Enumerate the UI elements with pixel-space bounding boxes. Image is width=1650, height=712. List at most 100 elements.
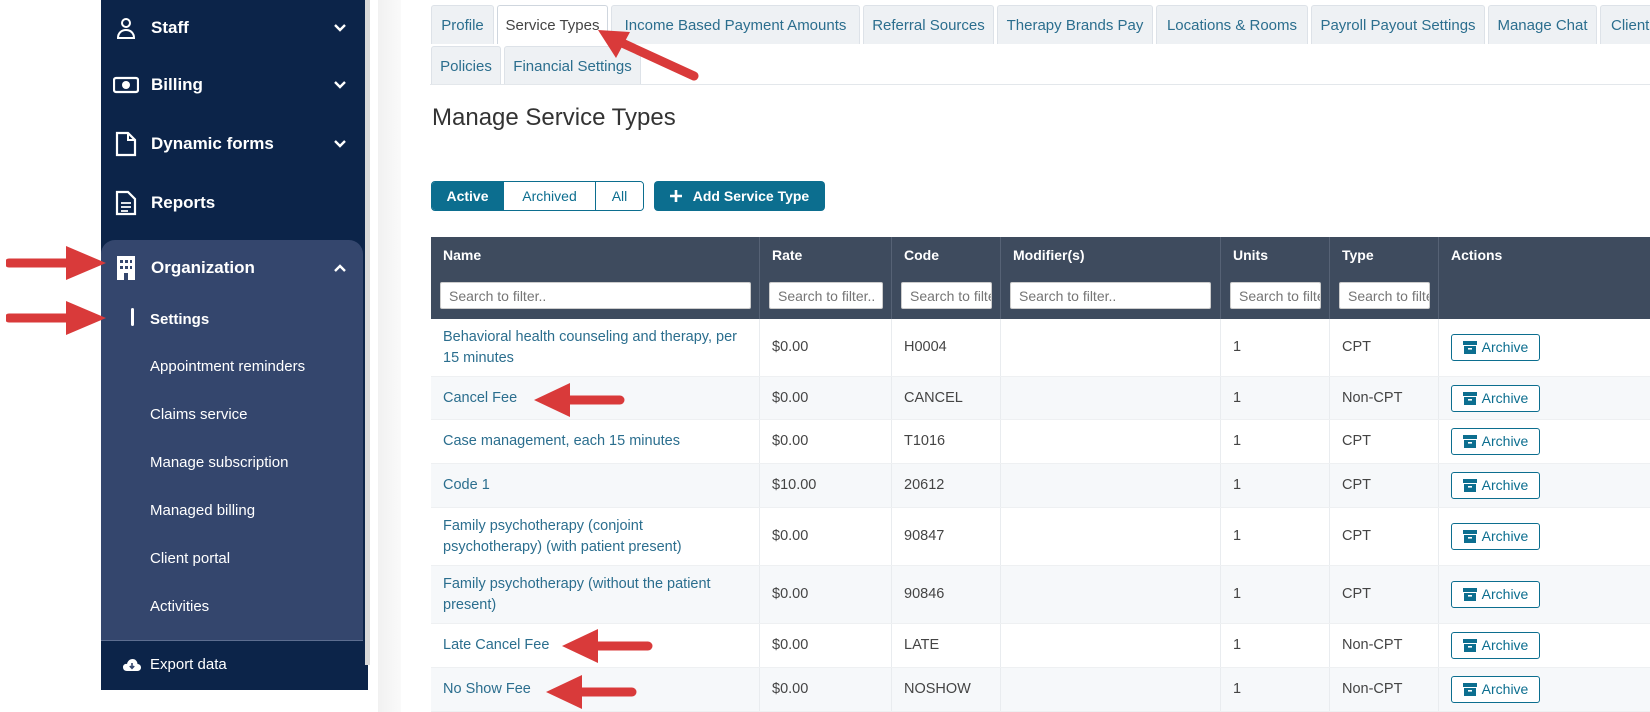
tab-manage-chat[interactable]: Manage Chat: [1488, 5, 1597, 44]
sidebar-subitem-settings[interactable]: Settings: [150, 311, 209, 328]
column-header: Modifier(s): [1013, 247, 1085, 263]
sidebar-subitem-managed-billing[interactable]: Managed billing: [150, 502, 255, 519]
cell-type: CPT: [1330, 464, 1439, 507]
add-service-type-label: Add Service Type: [692, 188, 810, 204]
staff-icon: [113, 15, 139, 41]
cell-actions: Archive: [1439, 464, 1650, 507]
cell-units: 1: [1221, 377, 1330, 419]
cell-units: 1: [1221, 668, 1330, 711]
tab-client[interactable]: Client: [1600, 5, 1650, 44]
tab-profile[interactable]: Profile: [431, 5, 494, 44]
archive-box-icon: [1462, 588, 1477, 601]
document-icon: [113, 131, 139, 157]
type-filter-input[interactable]: [1339, 282, 1430, 309]
archive-button[interactable]: Archive: [1451, 523, 1540, 550]
sidebar-item-staff[interactable]: Staff: [101, 0, 368, 56]
cell-modifiers: [1001, 624, 1221, 667]
cell-units: 1: [1221, 464, 1330, 507]
table-row: Behavioral health counseling and therapy…: [431, 319, 1650, 377]
filter-all-button[interactable]: All: [596, 182, 643, 210]
tab-locations-rooms[interactable]: Locations & Rooms: [1156, 5, 1308, 44]
sidebar-item-label: Dynamic forms: [151, 134, 274, 153]
cell-rate: $0.00: [760, 508, 892, 565]
cell-type: CPT: [1330, 319, 1439, 376]
cell-units: 1: [1221, 319, 1330, 376]
sidebar-scrollbar[interactable]: [365, 0, 370, 665]
archive-button[interactable]: Archive: [1451, 428, 1540, 455]
add-service-type-button[interactable]: Add Service Type: [654, 181, 825, 211]
filter-active-button[interactable]: Active: [432, 182, 504, 210]
cell-actions: Archive: [1439, 668, 1650, 711]
tab-therapy-brands-pay[interactable]: Therapy Brands Pay: [997, 5, 1153, 44]
column-header: Actions: [1451, 247, 1503, 263]
tab-referral-sources[interactable]: Referral Sources: [863, 5, 994, 44]
content-edge: [378, 0, 401, 712]
plus-icon: [669, 190, 682, 202]
sidebar-item-dynamic-forms[interactable]: Dynamic forms: [101, 116, 368, 172]
cell-rate: $0.00: [760, 668, 892, 711]
modifiers-filter-input[interactable]: [1010, 282, 1211, 309]
cell-rate: $0.00: [760, 420, 892, 463]
table-row: Family psychotherapy (conjoint psychothe…: [431, 508, 1650, 566]
cell-type: Non-CPT: [1330, 624, 1439, 667]
archive-button[interactable]: Archive: [1451, 472, 1540, 499]
cell-name[interactable]: Case management, each 15 minutes: [431, 420, 760, 463]
table-header: Name Rate Code Modifier(s) Units Type Ac…: [431, 237, 1650, 319]
archive-label: Archive: [1481, 681, 1529, 697]
cell-code: CANCEL: [892, 377, 1001, 419]
rate-filter-input[interactable]: [769, 282, 883, 309]
cell-actions: Archive: [1439, 624, 1650, 667]
archive-label: Archive: [1481, 339, 1529, 355]
archive-button[interactable]: Archive: [1451, 581, 1540, 608]
sidebar: Staff Billing Dynamic forms Reports Orga…: [101, 0, 368, 690]
cell-code: 20612: [892, 464, 1001, 507]
cell-name[interactable]: Family psychotherapy (conjoint psychothe…: [431, 508, 760, 565]
column-actions: Actions: [1439, 237, 1650, 319]
code-filter-input[interactable]: [901, 282, 992, 309]
status-filter-group: Active Archived All: [431, 181, 644, 211]
sidebar-item-organization[interactable]: Organization: [101, 240, 368, 296]
archive-label: Archive: [1481, 477, 1529, 493]
archive-box-icon: [1462, 435, 1477, 448]
cell-name[interactable]: Code 1: [431, 464, 760, 507]
sidebar-subitem-manage-subscription[interactable]: Manage subscription: [150, 454, 288, 471]
archive-button[interactable]: Archive: [1451, 334, 1540, 361]
cell-name[interactable]: Family psychotherapy (without the patien…: [431, 566, 760, 623]
column-header: Rate: [772, 247, 803, 263]
organization-panel: Organization: [101, 240, 363, 640]
cell-actions: Archive: [1439, 420, 1650, 463]
cell-name[interactable]: Behavioral health counseling and therapy…: [431, 319, 760, 376]
column-type: Type: [1330, 237, 1439, 319]
column-header: Code: [904, 247, 939, 263]
archive-label: Archive: [1481, 528, 1529, 544]
archive-button[interactable]: Archive: [1451, 632, 1540, 659]
cell-actions: Archive: [1439, 566, 1650, 623]
cell-units: 1: [1221, 420, 1330, 463]
sidebar-subitem-claims-service[interactable]: Claims service: [150, 406, 248, 423]
sidebar-subitem-client-portal[interactable]: Client portal: [150, 550, 230, 567]
column-header: Name: [443, 247, 482, 263]
sidebar-item-reports[interactable]: Reports: [101, 175, 368, 231]
filter-archived-button[interactable]: Archived: [504, 182, 596, 210]
name-filter-input[interactable]: [440, 282, 751, 309]
cell-code: 90847: [892, 508, 1001, 565]
tab-payroll-payout-settings[interactable]: Payroll Payout Settings: [1311, 5, 1485, 44]
sidebar-item-billing[interactable]: Billing: [101, 57, 368, 113]
sidebar-subitem-activities[interactable]: Activities: [150, 598, 209, 615]
archive-button[interactable]: Archive: [1451, 384, 1540, 412]
units-filter-input[interactable]: [1230, 282, 1321, 309]
annotation-arrow: [6, 246, 106, 280]
table-row: Family psychotherapy (without the patien…: [431, 566, 1650, 624]
cell-type: CPT: [1330, 566, 1439, 623]
archive-button[interactable]: Archive: [1451, 676, 1540, 703]
cell-type: CPT: [1330, 420, 1439, 463]
archive-box-icon: [1462, 683, 1477, 696]
annotation-arrow: [546, 675, 637, 709]
cell-code: T1016: [892, 420, 1001, 463]
export-data-label: Export data: [150, 656, 227, 673]
archive-box-icon: [1462, 391, 1477, 405]
export-data-button[interactable]: Export data: [101, 640, 363, 690]
sidebar-subitem-appointment-reminders[interactable]: Appointment reminders: [150, 358, 305, 375]
cell-rate: $0.00: [760, 566, 892, 623]
tab-policies[interactable]: Policies: [431, 46, 501, 85]
